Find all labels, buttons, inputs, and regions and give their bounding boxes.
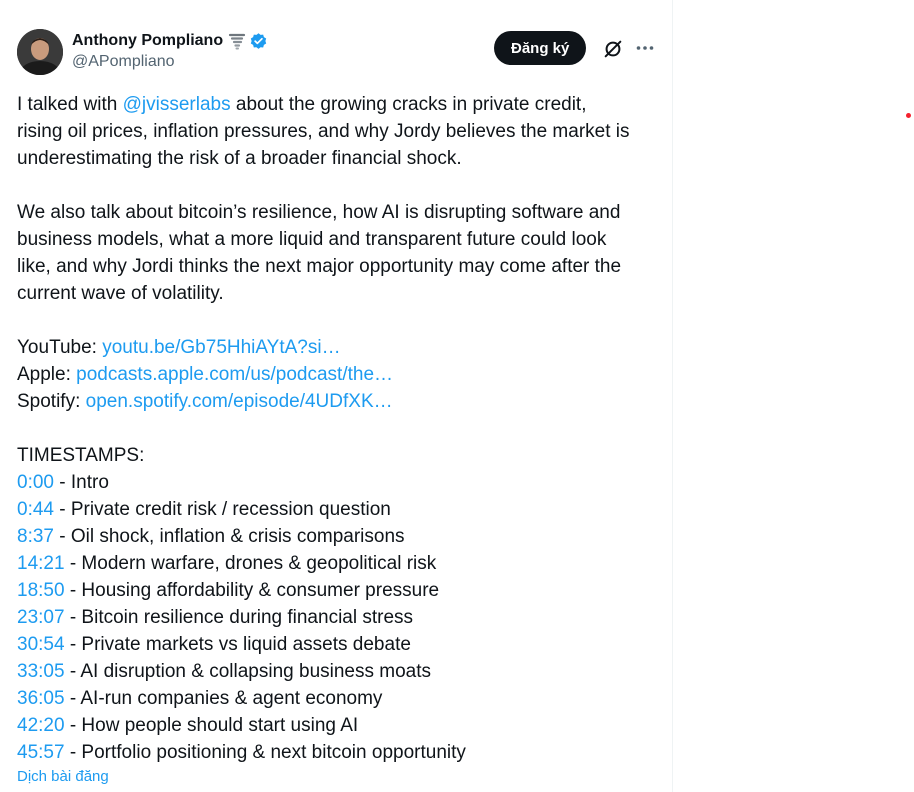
timestamp-link[interactable]: 0:00 [17, 472, 54, 493]
timestamp-row: 0:00 - Intro [17, 469, 667, 496]
spotify-link[interactable]: open.spotify.com/episode/4UDfXK… [86, 391, 393, 412]
timestamp-row: 14:21 - Modern warfare, drones & geopoli… [17, 550, 667, 577]
timestamp-row: 0:44 - Private credit risk / recession q… [17, 496, 667, 523]
apple-podcasts-link[interactable]: podcasts.apple.com/us/podcast/the… [76, 364, 393, 385]
timestamp-link[interactable]: 45:57 [17, 742, 65, 763]
timestamp-link[interactable]: 14:21 [17, 553, 65, 574]
timestamp-row: 8:37 - Oil shock, inflation & crisis com… [17, 523, 667, 550]
youtube-link-row: YouTube: youtu.be/Gb75HhiAYtA?si… [17, 334, 667, 361]
timestamp-description: - Oil shock, inflation & crisis comparis… [53, 526, 405, 547]
timestamp-description: - Modern warfare, drones & geopolitical … [64, 553, 437, 574]
text-segment: I talked with [17, 94, 123, 115]
timestamp-link[interactable]: 23:07 [17, 607, 65, 628]
timestamp-description: - Housing affordability & consumer press… [64, 580, 440, 601]
timestamp-description: - Intro [53, 472, 109, 493]
author-display-name[interactable]: Anthony Pompliano [72, 32, 223, 50]
text-line: I talked with @jvisserlabs about the gro… [17, 91, 667, 118]
tweet-text: I talked with @jvisserlabs about the gro… [17, 91, 667, 766]
timestamp-link[interactable]: 33:05 [17, 661, 65, 682]
timestamp-link[interactable]: 42:20 [17, 715, 65, 736]
notification-dot [906, 113, 911, 118]
timestamp-description: - Bitcoin resilience during financial st… [64, 607, 414, 628]
tweet-column: Anthony Pompliano @APompliano Đăng ký I … [0, 0, 673, 792]
timestamp-link[interactable]: 36:05 [17, 688, 65, 709]
timestamp-row: 18:50 - Housing affordability & consumer… [17, 577, 667, 604]
apple-link-row: Apple: podcasts.apple.com/us/podcast/the… [17, 361, 667, 388]
spotify-link-row: Spotify: open.spotify.com/episode/4UDfXK… [17, 388, 667, 415]
grok-icon[interactable] [602, 38, 624, 60]
translate-post-link[interactable]: Dịch bài đăng [17, 768, 109, 785]
more-icon[interactable] [635, 38, 655, 58]
youtube-link[interactable]: youtu.be/Gb75HhiAYtA?si… [102, 337, 340, 358]
tornado-icon [228, 32, 246, 50]
subscribe-button[interactable]: Đăng ký [494, 31, 587, 65]
text-line: like, and why Jordi thinks the next majo… [17, 256, 622, 277]
text-line: underestimating the risk of a broader fi… [17, 148, 462, 169]
link-label: Spotify: [17, 391, 86, 412]
timestamp-link[interactable]: 8:37 [17, 526, 54, 547]
timestamp-link[interactable]: 30:54 [17, 634, 65, 655]
timestamp-description: - Portfolio positioning & next bitcoin o… [64, 742, 466, 763]
timestamp-description: - How people should start using AI [64, 715, 359, 736]
link-label: Apple: [17, 364, 77, 385]
author-handle[interactable]: @APompliano [72, 53, 268, 71]
link-label: YouTube: [17, 337, 103, 358]
timestamp-description: - Private markets vs liquid assets debat… [64, 634, 411, 655]
timestamp-description: - AI disruption & collapsing business mo… [64, 661, 432, 682]
verified-badge-icon[interactable] [249, 32, 268, 51]
timestamp-row: 33:05 - AI disruption & collapsing busin… [17, 658, 667, 685]
timestamp-row: 36:05 - AI-run companies & agent economy [17, 685, 667, 712]
display-name-row: Anthony Pompliano [72, 30, 268, 52]
text-line: We also talk about bitcoin’s resilience,… [17, 202, 621, 223]
timestamp-description: - Private credit risk / recession questi… [53, 499, 391, 520]
timestamp-description: - AI-run companies & agent economy [64, 688, 383, 709]
timestamp-row: 23:07 - Bitcoin resilience during financ… [17, 604, 667, 631]
timestamp-row: 30:54 - Private markets vs liquid assets… [17, 631, 667, 658]
text-line: rising oil prices, inflation pressures, … [17, 121, 630, 142]
timestamp-link[interactable]: 18:50 [17, 580, 65, 601]
timestamps-heading: TIMESTAMPS: [17, 445, 145, 466]
text-segment: about the growing cracks in private cred… [230, 94, 587, 115]
author-names: Anthony Pompliano @APompliano [72, 30, 268, 71]
text-line: current wave of volatility. [17, 283, 224, 304]
timestamp-row: 45:57 - Portfolio positioning & next bit… [17, 739, 667, 766]
timestamp-row: 42:20 - How people should start using AI [17, 712, 667, 739]
avatar[interactable] [17, 29, 63, 75]
mention-link[interactable]: @jvisserlabs [123, 94, 231, 115]
tweet-header: Anthony Pompliano @APompliano Đăng ký [17, 29, 657, 77]
text-line: business models, what a more liquid and … [17, 229, 607, 250]
timestamp-link[interactable]: 0:44 [17, 499, 54, 520]
